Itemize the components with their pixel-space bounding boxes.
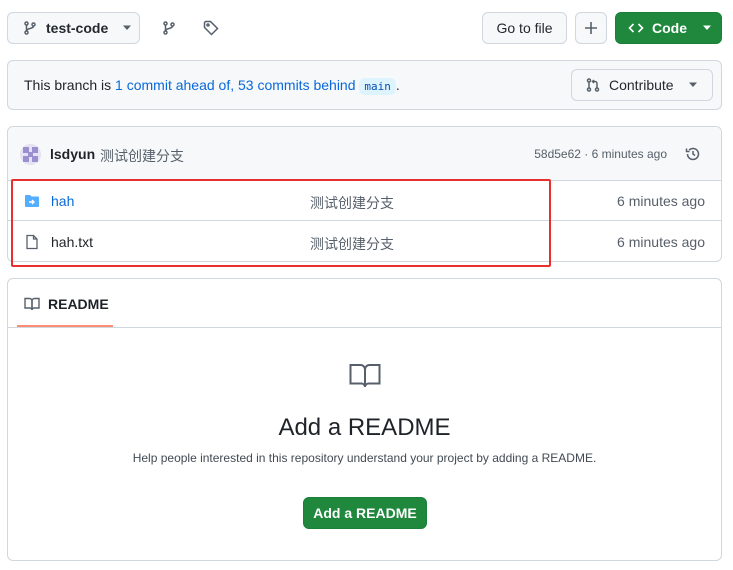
branch-name: test-code [46,20,109,36]
commit-meta[interactable]: 58d5e62 · 6 minutes ago [534,147,667,161]
go-to-file-button[interactable]: Go to file [482,12,567,44]
banner-text: This branch is [24,77,116,93]
divider [8,327,721,328]
code-icon [628,20,644,36]
readme-empty-title: Add a README [278,414,451,441]
avatar[interactable] [20,144,41,165]
file-icon [24,234,40,250]
contribute-label: Contribute [609,77,674,93]
file-name[interactable]: hah.txt [51,234,93,250]
commit-message[interactable]: 测试创建分支 [100,146,184,166]
plus-icon [584,21,598,35]
file-commit-message[interactable]: 测试创建分支 [310,234,394,254]
tag-icon[interactable] [199,16,223,40]
base-branch-label[interactable]: main [359,78,396,95]
behind-link[interactable]: 53 commits behind [238,77,356,93]
history-icon[interactable] [681,142,705,166]
book-icon [24,296,40,312]
latest-commit-row: lsdyun 测试创建分支 58d5e62 · 6 minutes ago [8,127,721,181]
banner-suffix: . [395,77,400,93]
file-time: 6 minutes ago [617,193,705,209]
book-icon [349,363,381,389]
add-file-button[interactable] [575,12,607,44]
commit-author[interactable]: lsdyun [50,146,95,162]
ahead-link[interactable]: 1 commit ahead of, [115,77,234,93]
code-button[interactable]: Code [615,12,722,44]
go-to-file-label: Go to file [496,20,553,36]
branch-selector-button[interactable]: test-code [7,12,140,44]
file-name[interactable]: hah [51,193,74,209]
chevron-down-icon [122,25,132,31]
git-branch-icon [22,20,38,36]
tab-readme-label: README [48,296,109,312]
contribute-button[interactable]: Contribute [571,69,713,101]
file-commit-message[interactable]: 测试创建分支 [310,193,394,213]
git-pull-request-icon [585,77,601,93]
add-readme-button[interactable]: Add a README [303,497,427,529]
table-row[interactable]: hah 测试创建分支 6 minutes ago [8,181,721,221]
chevron-down-icon [688,82,698,88]
tab-readme[interactable]: README [17,279,113,327]
file-time: 6 minutes ago [617,234,705,250]
branches-icon[interactable] [157,16,181,40]
code-label: Code [652,20,687,36]
chevron-down-icon [702,25,712,31]
table-row[interactable]: hah.txt 测试创建分支 6 minutes ago [8,222,721,261]
file-list: lsdyun 测试创建分支 58d5e62 · 6 minutes ago ha… [7,126,722,262]
readme-panel: README Add a README Help people interest… [7,278,722,561]
folder-icon [24,193,40,209]
add-readme-label: Add a README [313,505,417,521]
readme-empty-description: Help people interested in this repositor… [132,451,597,465]
